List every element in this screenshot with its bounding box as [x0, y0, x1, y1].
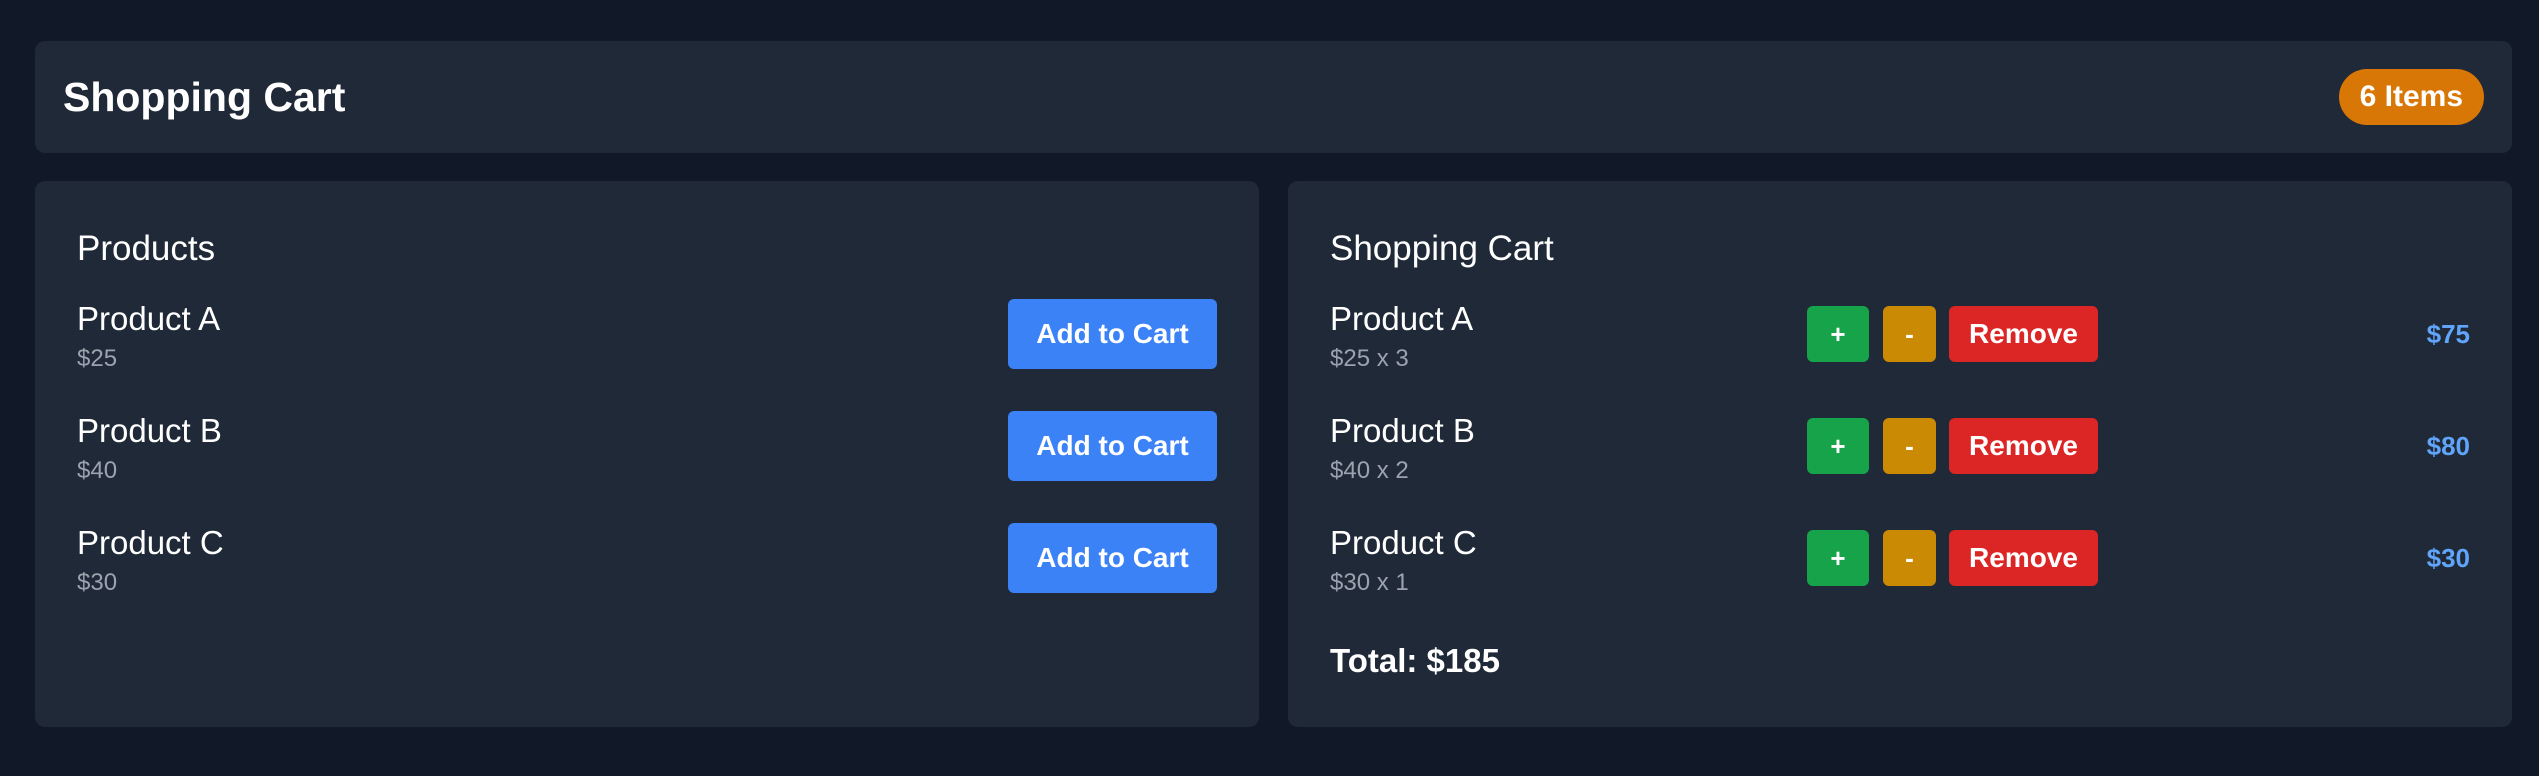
- cart-row-c: Product C $30 x 1 + - Remove $30: [1330, 523, 2470, 603]
- products-title: Products: [77, 229, 216, 268]
- remove-item-button[interactable]: Remove: [1949, 306, 2098, 362]
- product-row-a: Product A $25 Add to Cart: [77, 299, 1217, 379]
- product-name: Product A: [77, 300, 221, 337]
- increase-quantity-button[interactable]: +: [1807, 530, 1869, 586]
- cart-count-badge: 6 Items: [2338, 69, 2484, 125]
- cart-title: Shopping Cart: [1330, 229, 1554, 268]
- cart-panel: Shopping Cart Product A $25 x 3 + - Remo…: [1288, 181, 2512, 727]
- line-total: $75: [2426, 319, 2470, 349]
- page-title: Shopping Cart: [63, 74, 346, 120]
- product-row-b: Product B $40 Add to Cart: [77, 411, 1217, 491]
- decrease-quantity-button[interactable]: -: [1883, 306, 1936, 362]
- product-name: Product C: [77, 524, 224, 561]
- increase-quantity-button[interactable]: +: [1807, 418, 1869, 474]
- increase-quantity-button[interactable]: +: [1807, 306, 1869, 362]
- line-total: $80: [2426, 431, 2470, 461]
- remove-item-button[interactable]: Remove: [1949, 418, 2098, 474]
- product-name: Product B: [77, 412, 222, 449]
- product-price: $40: [77, 457, 118, 484]
- cart-item-name: Product C: [1330, 524, 1477, 561]
- cart-item-detail: $25 x 3: [1330, 345, 1409, 372]
- product-price: $30: [77, 569, 118, 596]
- remove-item-button[interactable]: Remove: [1949, 530, 2098, 586]
- decrease-quantity-button[interactable]: -: [1883, 530, 1936, 586]
- add-to-cart-button[interactable]: Add to Cart: [1008, 411, 1217, 481]
- product-row-c: Product C $30 Add to Cart: [77, 523, 1217, 603]
- cart-item-name: Product B: [1330, 412, 1475, 449]
- cart-item-detail: $40 x 2: [1330, 457, 1409, 484]
- cart-total: Total: $185: [1330, 642, 1500, 679]
- add-to-cart-button[interactable]: Add to Cart: [1008, 523, 1217, 593]
- products-panel: Products Product A $25 Add to Cart Produ…: [35, 181, 1259, 727]
- cart-row-b: Product B $40 x 2 + - Remove $80: [1330, 411, 2470, 491]
- line-total: $30: [2426, 543, 2470, 573]
- cart-item-name: Product A: [1330, 300, 1474, 337]
- cart-item-detail: $30 x 1: [1330, 569, 1409, 596]
- page-header: Shopping Cart 6 Items: [35, 41, 2512, 153]
- decrease-quantity-button[interactable]: -: [1883, 418, 1936, 474]
- product-price: $25: [77, 345, 118, 372]
- cart-row-a: Product A $25 x 3 + - Remove $75: [1330, 299, 2470, 379]
- add-to-cart-button[interactable]: Add to Cart: [1008, 299, 1217, 369]
